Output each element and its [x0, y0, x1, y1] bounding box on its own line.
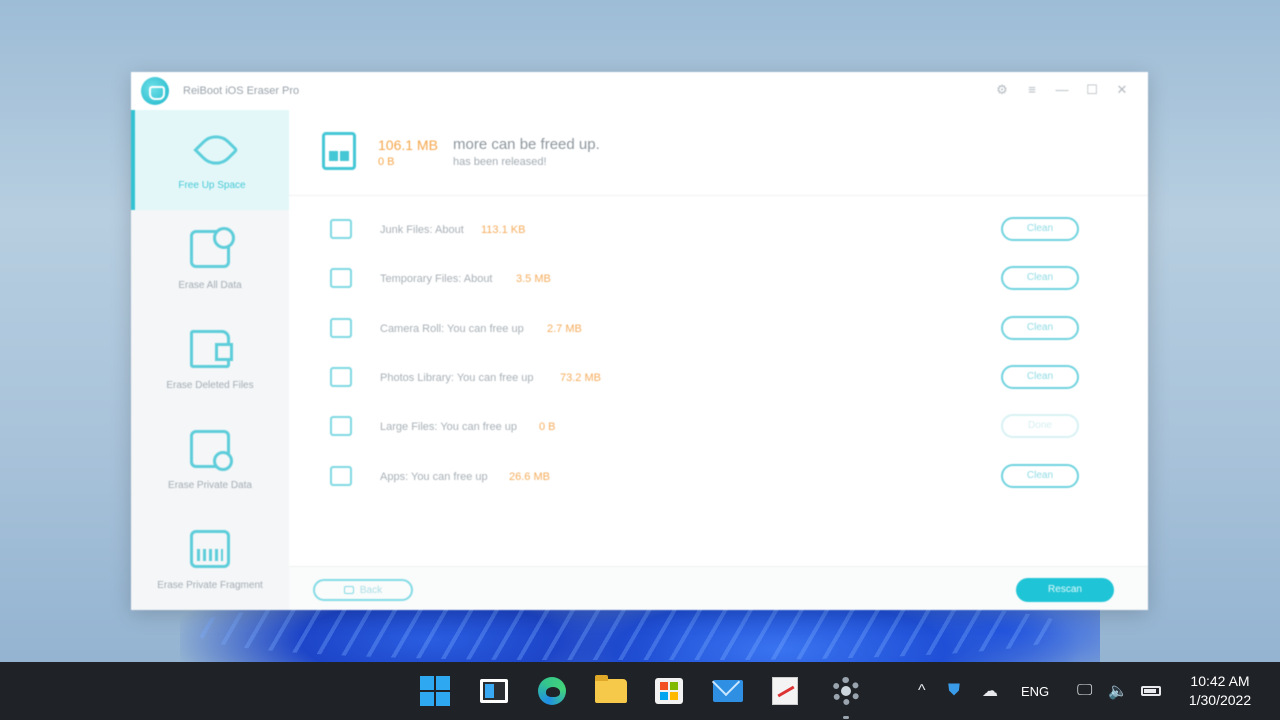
rocket-icon	[192, 130, 232, 168]
back-label: Back	[359, 584, 383, 596]
footer-bar: Back Rescan	[289, 566, 1148, 610]
back-button[interactable]: Back	[313, 579, 413, 601]
minimize-button[interactable]: —	[1054, 82, 1070, 98]
security-shield-icon[interactable]: ⛊	[948, 662, 960, 720]
clock-date: 1/30/2022	[1188, 692, 1252, 708]
maximize-button[interactable]: ☐	[1084, 82, 1100, 98]
back-arrow-icon	[343, 586, 354, 594]
app-title: ReiBoot iOS Eraser Pro	[183, 85, 300, 97]
language-indicator[interactable]: ENG	[1021, 662, 1049, 720]
privacy-icon	[190, 429, 233, 471]
close-button[interactable]: ✕	[1114, 82, 1130, 98]
list-item-photos-library: Photos Library: You can free up 73.2 MB …	[289, 361, 1148, 395]
settings-icon[interactable]	[829, 675, 863, 707]
main-panel: 106.1 MB more can be freed up. 0 B has b…	[289, 110, 1148, 610]
sidebar-item-erase-private-fragment[interactable]: Erase Private Fragment	[131, 510, 289, 610]
sidebar-item-label: Free Up Space	[178, 179, 246, 191]
done-button: Done	[1001, 414, 1079, 438]
sidebar-item-erase-all-data[interactable]: Erase All Data	[131, 210, 289, 310]
settings-gear-icon[interactable]: ⚙	[994, 82, 1010, 98]
row-value: 0 B	[539, 421, 556, 433]
row-value: 113.1 KB	[481, 224, 526, 236]
released-size-value: 0 B	[378, 156, 395, 168]
taskbar: ^ ⛊ ☁ ENG 🖵 🔈 10:42 AM 1/30/2022	[0, 662, 1280, 720]
document-icon	[190, 226, 235, 268]
edge-icon[interactable]	[535, 675, 569, 707]
clean-button[interactable]: Clean	[1001, 316, 1079, 340]
row-value: 26.6 MB	[509, 471, 550, 483]
onedrive-cloud-icon[interactable]: ☁	[982, 662, 998, 720]
battery-icon[interactable]	[1141, 662, 1161, 720]
network-icon[interactable]: 🖵	[1077, 662, 1092, 720]
clock[interactable]: 10:42 AM 1/30/2022	[1178, 672, 1262, 710]
sidebar-item-label: Erase All Data	[178, 279, 242, 291]
clean-button[interactable]: Clean	[1001, 365, 1079, 389]
apps-grid-icon	[330, 466, 352, 486]
list-item-apps: Apps: You can free up 26.6 MB Clean	[289, 460, 1148, 494]
junk-files-icon	[330, 219, 352, 239]
list-item-large-files: Large Files: You can free up 0 B Done	[289, 410, 1148, 444]
app-window: ReiBoot iOS Eraser Pro ⚙ ≡ — ☐ ✕ Free Up…	[131, 72, 1148, 610]
row-value: 3.5 MB	[516, 273, 551, 285]
folder-icon	[190, 329, 233, 368]
window-controls: ⚙ ≡ — ☐ ✕	[994, 82, 1130, 98]
sidebar-item-free-up-space[interactable]: Free Up Space	[131, 110, 289, 210]
clean-button[interactable]: Clean	[1001, 266, 1079, 290]
title-bar: ReiBoot iOS Eraser Pro ⚙ ≡ — ☐ ✕	[131, 72, 1148, 110]
sidebar-item-erase-deleted-files[interactable]: Erase Deleted Files	[131, 310, 289, 410]
snap-layout-icon[interactable]	[477, 675, 511, 707]
space-summary: 106.1 MB more can be freed up. 0 B has b…	[289, 110, 1148, 196]
row-value: 2.7 MB	[547, 323, 582, 335]
tray-overflow-chevron-icon[interactable]: ^	[918, 662, 926, 720]
rescan-button[interactable]: Rescan	[1016, 578, 1114, 602]
temporary-files-icon	[330, 268, 352, 288]
row-label: Camera Roll: You can free up	[380, 323, 524, 335]
sidebar-item-label: Erase Deleted Files	[166, 379, 254, 391]
volume-icon[interactable]: 🔈	[1108, 662, 1128, 720]
app-logo-icon	[141, 77, 169, 105]
released-size-text: has been released!	[453, 156, 547, 168]
row-label: Apps: You can free up	[380, 471, 488, 483]
list-item-junk-files: Junk Files: About 113.1 KB Clean	[289, 213, 1148, 247]
large-files-folder-icon	[330, 416, 352, 436]
list-item-temporary-files: Temporary Files: About 3.5 MB Clean	[289, 262, 1148, 296]
mail-icon[interactable]	[711, 675, 745, 707]
row-label: Temporary Files: About	[380, 273, 493, 285]
sidebar-item-label: Erase Private Fragment	[157, 579, 263, 591]
active-app-indicator	[843, 716, 849, 719]
row-value: 73.2 MB	[560, 372, 601, 384]
file-explorer-icon[interactable]	[594, 675, 628, 707]
clean-button[interactable]: Clean	[1001, 464, 1079, 488]
clock-time: 10:42 AM	[1190, 673, 1250, 689]
sidebar-item-label: Erase Private Data	[168, 479, 252, 491]
freeable-size-value: 106.1 MB	[378, 137, 438, 153]
photos-icon	[330, 367, 352, 387]
shredder-icon	[190, 529, 230, 568]
list-item-camera-roll: Camera Roll: You can free up 2.7 MB Clea…	[289, 312, 1148, 346]
sidebar-item-erase-private-data[interactable]: Erase Private Data	[131, 410, 289, 510]
clean-button[interactable]: Clean	[1001, 217, 1079, 241]
sidebar: Free Up Space Erase All Data Erase Delet…	[131, 110, 289, 610]
store-icon[interactable]	[652, 675, 686, 707]
windows-start-icon[interactable]	[418, 675, 452, 707]
menu-icon[interactable]: ≡	[1024, 82, 1040, 98]
row-label: Junk Files: About	[380, 224, 464, 236]
app-icon[interactable]	[768, 675, 802, 707]
row-label: Large Files: You can free up	[380, 421, 517, 433]
camera-icon	[330, 318, 352, 338]
row-label: Photos Library: You can free up	[380, 372, 534, 384]
freeable-size-text: more can be freed up.	[453, 136, 600, 153]
device-icon	[322, 132, 356, 170]
